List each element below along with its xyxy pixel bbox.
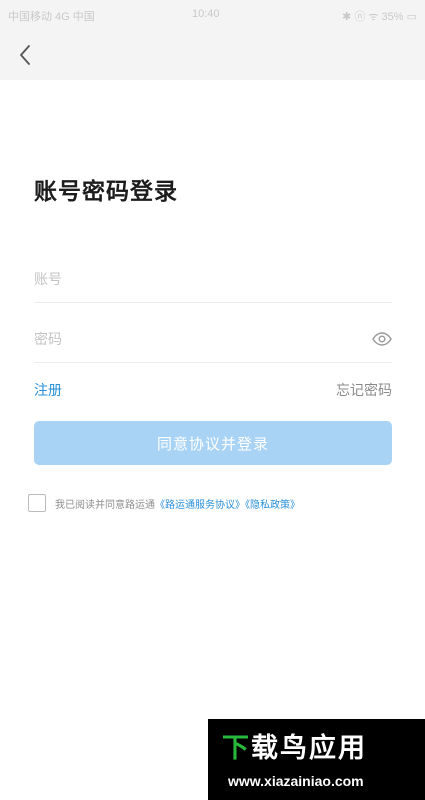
agreement-checkbox[interactable] [28, 494, 46, 512]
eye-icon[interactable] [372, 331, 392, 347]
agreement-prefix: 我已阅读并同意路运通 [55, 500, 155, 511]
forgot-password-link[interactable]: 忘记密码 [336, 380, 392, 400]
agreement-text: 我已阅读并同意路运通《路运通服务协议》《隐私政策》 [55, 496, 300, 511]
watermark-logo: 下载鸟应用 www.xiazainiao.com [208, 719, 425, 800]
watermark-title-accent: 下 [222, 733, 251, 764]
watermark-url: www.xiazainiao.com [228, 773, 364, 789]
privacy-link[interactable]: 《隐私政策》 [245, 500, 300, 511]
account-field [34, 262, 392, 303]
chevron-left-icon [20, 45, 30, 65]
status-bar: 中国移动 4G 中国 10:40 ✱ ⓝ ᯤ 35% ▭ [0, 0, 425, 28]
login-button[interactable]: 同意协议并登录 [34, 421, 392, 465]
back-button[interactable] [10, 40, 40, 70]
terms-link[interactable]: 《路运通服务协议》 [155, 500, 245, 511]
status-time: 10:40 [192, 8, 220, 20]
page-title: 账号密码登录 [34, 179, 178, 205]
top-nav-bar [0, 28, 425, 80]
password-input[interactable] [34, 322, 334, 358]
password-field [34, 322, 392, 363]
watermark-title-rest: 载鸟应用 [251, 733, 367, 764]
register-link[interactable]: 注册 [34, 380, 62, 400]
watermark-title: 下载鸟应用 [222, 726, 367, 765]
status-indicators: ✱ ⓝ ᯤ 35% ▭ [342, 11, 417, 23]
carrier-label: 中国移动 4G 中国 [8, 11, 95, 23]
account-input[interactable] [34, 262, 334, 298]
